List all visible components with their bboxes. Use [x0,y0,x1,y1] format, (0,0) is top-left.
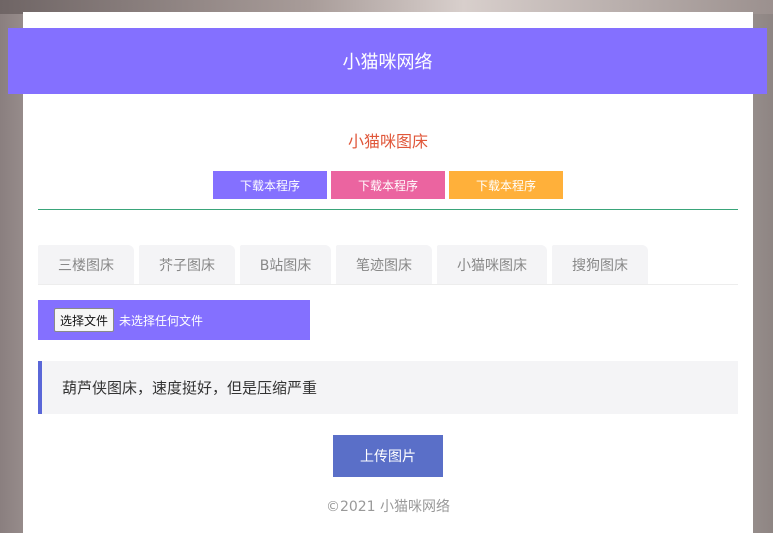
tab-sanlou[interactable]: 三楼图床 [38,245,134,284]
tab-biji[interactable]: 笔迹图床 [336,245,432,284]
site-header: 小猫咪网络 [8,28,767,94]
notice-box: 葫芦侠图床，速度挺好，但是压缩严重 [38,361,738,414]
choose-file-button[interactable]: 选择文件 [54,308,115,332]
tab-sougou[interactable]: 搜狗图床 [552,245,648,284]
download-button-1[interactable]: 下载本程序 [213,171,327,199]
upload-image-button[interactable]: 上传图片 [333,435,443,477]
file-status-text: 未选择任何文件 [119,313,204,328]
tabs-underline [38,284,738,285]
image-host-tabs: 三楼图床 芥子图床 B站图床 笔迹图床 小猫咪图床 搜狗图床 [38,245,648,284]
download-buttons: 下载本程序 下载本程序 下载本程序 [213,171,563,199]
download-button-3[interactable]: 下载本程序 [449,171,563,199]
file-upload-area: 选择文件 未选择任何文件 [38,300,310,340]
notice-text: 葫芦侠图床，速度挺好，但是压缩严重 [62,379,318,397]
tab-xiaomaomi[interactable]: 小猫咪图床 [437,245,547,284]
footer-copyright: ©2021 小猫咪网络 [325,499,451,515]
page-subtitle: 小猫咪图床 [347,132,428,151]
tab-bilibili[interactable]: B站图床 [240,245,331,284]
divider [38,209,738,210]
tab-jiezi[interactable]: 芥子图床 [139,245,235,284]
download-button-2[interactable]: 下载本程序 [331,171,445,199]
site-title: 小猫咪网络 [342,52,433,73]
